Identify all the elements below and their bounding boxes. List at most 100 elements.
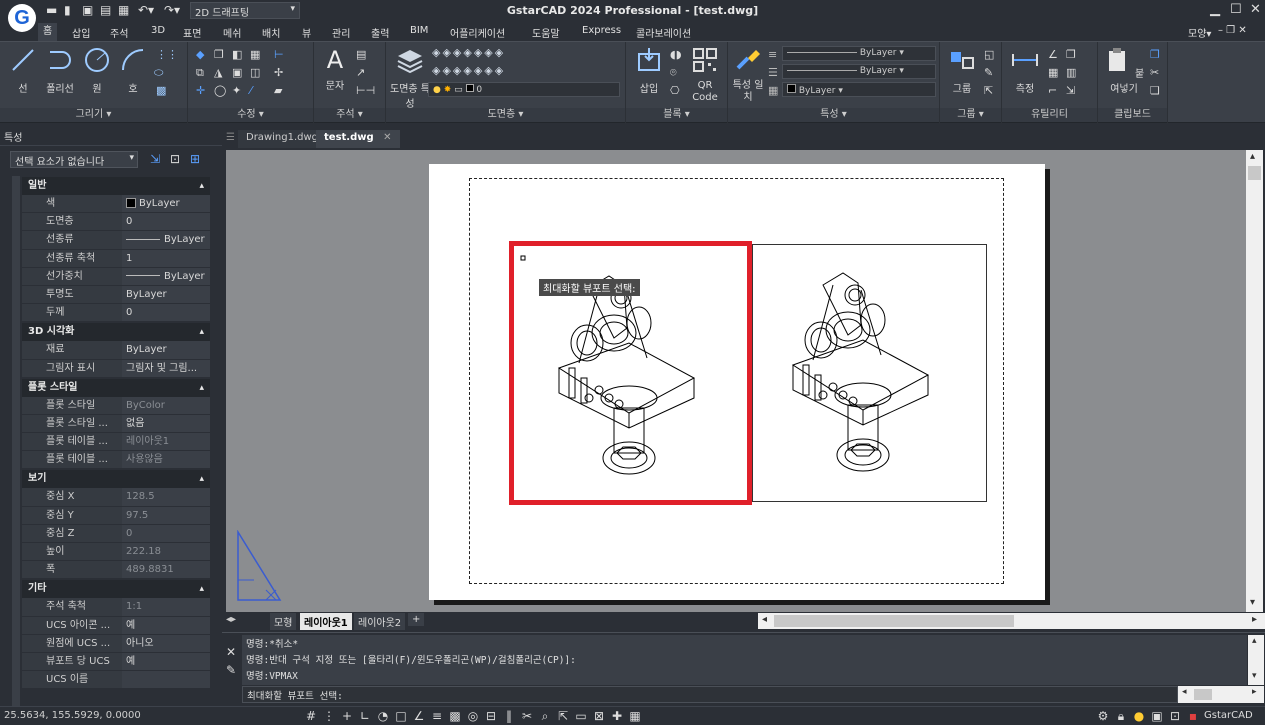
lineweight-select[interactable]: ByLayer ▾ [782, 64, 936, 79]
transparency-toggle-icon[interactable]: ▩ [448, 709, 462, 723]
lightbulb-status-icon[interactable]: ● [1132, 709, 1146, 723]
hardware-accel-icon[interactable]: ▣ [1150, 709, 1164, 723]
erase-icon[interactable]: ▰ [274, 84, 286, 97]
property-value[interactable]: ByLayer [122, 267, 210, 285]
tab-layout2[interactable]: 레이아웃2 [354, 613, 406, 630]
panel-draw-label[interactable]: 그리기 ▾ [0, 108, 187, 122]
property-row[interactable]: 플롯 테이블 ... 레이아웃1 [22, 433, 210, 452]
tab-model[interactable]: 모형 [270, 613, 297, 630]
select-objects-icon[interactable]: ⊡ [170, 152, 180, 166]
arc-button[interactable]: 호 [118, 46, 148, 95]
property-row[interactable]: 플롯 스타일 ByColor [22, 396, 210, 415]
minimize-icon[interactable]: ▁ [1210, 2, 1220, 17]
property-value[interactable]: 97.5 [122, 506, 210, 524]
close-tab-icon[interactable]: ✕ [383, 132, 391, 143]
group-button[interactable]: 그룹 [944, 46, 980, 95]
osnap-toggle-icon[interactable]: □ [394, 709, 408, 723]
copy-clip-icon[interactable]: ❐ [1150, 48, 1162, 61]
tab-mesh[interactable]: 메쉬 [223, 25, 241, 40]
tab-surface[interactable]: 표면 [183, 25, 201, 40]
match-properties-button[interactable]: 특성 일치 [732, 46, 764, 104]
polyline-button[interactable]: 폴리선 [42, 46, 78, 95]
section-header[interactable]: 보기 [22, 470, 210, 489]
pan-icon[interactable]: ⇱ [556, 709, 570, 723]
property-row[interactable]: UCS 이름 [22, 671, 210, 690]
block-edit-icon[interactable]: ◖◗ [670, 48, 682, 61]
line-button[interactable]: 선 [8, 46, 38, 95]
leader-icon[interactable]: ↗ [356, 66, 368, 79]
property-row[interactable]: 투명도 ByLayer [22, 285, 210, 305]
point-icon[interactable]: ⋮⋮ [156, 48, 178, 61]
tab-view[interactable]: 뷰 [302, 25, 311, 40]
property-value[interactable]: 그림자 및 그림... [122, 359, 210, 377]
property-row[interactable]: 주석 축척 1:1 [22, 598, 210, 617]
property-value[interactable]: 사용않음 [122, 451, 210, 469]
polar-toggle-icon[interactable]: ◔ [376, 709, 390, 723]
command-h-scrollbar[interactable]: ◂ ▸ [1178, 686, 1264, 703]
horizontal-scroll-thumb[interactable] [774, 615, 1014, 627]
layer-properties-button[interactable]: 도면층 특성 [390, 46, 430, 110]
print-icon[interactable]: ▦ [118, 3, 129, 17]
break-icon[interactable]: ✢ [274, 66, 286, 79]
tab-add-layout[interactable]: + [408, 613, 425, 626]
command-scrollbar[interactable]: ▴ ▾ [1248, 635, 1264, 685]
section-header[interactable]: 플롯 스타일 [22, 378, 210, 397]
property-row[interactable]: 중심 Z 0 [22, 524, 210, 543]
fillet-icon[interactable]: ◫ [250, 66, 262, 79]
drawing-canvas[interactable]: 최대화할 뷰포트 선택: [226, 150, 1246, 612]
text-button[interactable]: A 문자 [320, 46, 350, 92]
panel-utilities-label[interactable]: 유틸리티 [1002, 108, 1097, 122]
panel-layers-label[interactable]: 도면층 ▾ [386, 108, 625, 122]
zoom-icon[interactable]: ⌕ [538, 709, 552, 723]
layout-nav-icon[interactable]: ◂▸ [226, 614, 236, 625]
ungroup-icon[interactable]: ◱ [984, 48, 996, 61]
tabs-menu-icon[interactable]: ☰ [226, 132, 235, 143]
panel-annotation-label[interactable]: 주석 ▾ [314, 108, 385, 122]
layer-tools-row2-icon[interactable]: ◈◈◈◈◈◈◈ [432, 64, 505, 77]
property-value[interactable]: 0 [122, 213, 210, 231]
scroll-left-icon[interactable]: ◂ [762, 614, 767, 625]
property-row[interactable]: 플롯 스타일 ... 없음 [22, 414, 210, 434]
property-value[interactable]: ByLayer [122, 231, 210, 249]
property-value[interactable]: 128.5 [122, 488, 210, 506]
app-logo[interactable]: G [8, 4, 36, 32]
grid-icon[interactable]: ▦ [1048, 66, 1060, 79]
property-value[interactable]: 1 [122, 249, 210, 267]
viewport-right[interactable] [752, 244, 987, 502]
tab-insert[interactable]: 삽입 [72, 25, 90, 40]
customize-status-icon[interactable]: ▦ [628, 709, 642, 723]
property-value[interactable]: 예 [122, 616, 210, 634]
new-file-icon[interactable]: ▬ [46, 3, 57, 17]
layer-select[interactable]: ● ✸ ▭ 0 [428, 82, 620, 97]
group-select-icon[interactable]: ⇱ [984, 84, 996, 97]
property-row[interactable]: 선종류 ByLayer [22, 231, 210, 250]
selection-cycle-icon[interactable]: ◎ [466, 709, 480, 723]
section-header[interactable]: 일반 [22, 177, 210, 195]
undo-icon[interactable]: ↶▾ [138, 3, 154, 17]
property-value[interactable]: 0 [122, 524, 210, 542]
rotate-icon[interactable]: ✛ [196, 84, 208, 97]
cmd-scroll-down-icon[interactable]: ▾ [1252, 671, 1257, 681]
panel-properties-label[interactable]: 특성 ▾ [728, 108, 939, 122]
panel-modify-label[interactable]: 수정 ▾ [188, 108, 313, 122]
tab-3d[interactable]: 3D [151, 25, 165, 36]
cmd-scroll-right-icon[interactable]: ▸ [1252, 687, 1257, 697]
cmd-scroll-up-icon[interactable]: ▴ [1252, 636, 1257, 646]
property-row[interactable]: 선가중치 ByLayer [22, 267, 210, 286]
insert-block-button[interactable]: 삽입 [634, 46, 664, 95]
block-attr-icon[interactable]: ⌾ [670, 66, 682, 79]
tab-express[interactable]: Express [582, 25, 621, 36]
tab-help[interactable]: 도움말 [532, 25, 560, 40]
otrack-toggle-icon[interactable]: ∠ [412, 709, 426, 723]
ortho-toggle-icon[interactable]: ∟ [358, 709, 372, 723]
tab-layout[interactable]: 배치 [262, 25, 280, 40]
property-value[interactable]: ByColor [122, 396, 210, 414]
offset-icon[interactable]: ◯ [214, 84, 226, 97]
group-edit-icon[interactable]: ✎ [984, 66, 996, 79]
canvas-horizontal-scrollbar[interactable]: ◂ ▸ [758, 613, 1265, 629]
section-header[interactable]: 3D 시각화 [22, 323, 210, 342]
snap-toggle-icon[interactable]: ⋮ [322, 709, 336, 723]
table-icon[interactable]: ▤ [356, 48, 368, 61]
move-icon[interactable]: ◆ [196, 48, 208, 61]
panel-groups-label[interactable]: 그룹 ▾ [940, 108, 1001, 122]
